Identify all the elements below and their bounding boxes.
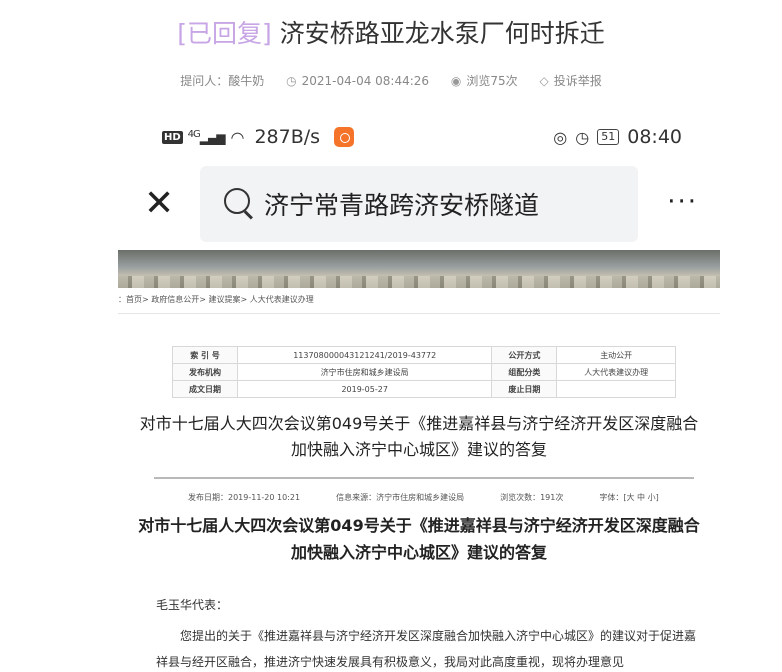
- view-count: 浏览次数：191次: [500, 493, 564, 502]
- question-title-text: 济安桥路亚龙水泵厂何时拆迁: [279, 19, 605, 48]
- signal-icon: 4G▂▄▆: [187, 129, 226, 145]
- eye-care-icon: ◎: [553, 127, 568, 147]
- font-size-switch[interactable]: 字体：[大 中 小]: [599, 492, 658, 503]
- search-row: ✕ 济宁常青路跨济安桥隧道 ···: [118, 164, 720, 246]
- article-heading: 对市十七届人大四次会议第049号关于《推进嘉祥县与济宁经济开发区深度融合加快融入…: [138, 516, 700, 562]
- battery-icon: 51: [597, 129, 620, 145]
- breadcrumb: ：首页> 政府信息公开> 建议提案> 人大代表建议办理: [118, 294, 720, 314]
- app-notification-icon: [334, 127, 355, 147]
- tag-icon: ◇: [539, 74, 549, 88]
- publish-date: 发布日期：2019-11-20 10:21: [188, 493, 301, 502]
- table-row: 索 引 号 113708000043121241/2019-43772 公开方式…: [172, 346, 676, 364]
- wifi-icon: ◠: [230, 127, 245, 147]
- phone-status-bar: HD 4G▂▄▆ ◠ 287B/s ◎ ◷ 51 08:40: [118, 112, 720, 164]
- search-input[interactable]: 济宁常青路跨济安桥隧道: [200, 166, 638, 242]
- site-banner-image: [118, 250, 720, 288]
- attached-screenshot[interactable]: HD 4G▂▄▆ ◠ 287B/s ◎ ◷ 51 08:40 ✕ 济宁常青路跨济…: [118, 112, 720, 672]
- document-info-table: 索 引 号 113708000043121241/2019-43772 公开方式…: [172, 346, 676, 398]
- search-query: 济宁常青路跨济安桥隧道: [264, 191, 540, 220]
- question-title: [已回复] 济安桥路亚龙水泵厂何时拆迁: [0, 14, 782, 54]
- report-link[interactable]: ◇ 投诉举报: [539, 72, 601, 89]
- network-speed: 287B/s: [254, 126, 321, 148]
- datetime: 2021-04-04 08:44:26: [301, 74, 430, 88]
- table-row: 成文日期 2019-05-27 废止日期: [172, 380, 676, 398]
- report-label: 投诉举报: [553, 74, 602, 88]
- status-tag: [已回复]: [177, 19, 272, 48]
- eye-icon: ◉: [450, 74, 462, 88]
- info-source: 信息来源：济宁市住房和城乡建设局: [336, 493, 465, 502]
- alarm-icon: ◷: [575, 127, 590, 147]
- clock-icon: ◷: [286, 74, 297, 88]
- datetime-item: ◷ 2021-04-04 08:44:26: [286, 74, 429, 88]
- salutation: 毛玉华代表：: [156, 598, 229, 612]
- question-meta: 提问人：酸牛奶 ◷ 2021-04-04 08:44:26 ◉ 浏览75次 ◇ 投诉举…: [0, 72, 782, 89]
- views: 浏览75次: [466, 74, 518, 88]
- asker: 提问人：酸牛奶: [180, 74, 265, 88]
- document-title: 对市十七届人大四次会议第049号关于《推进嘉祥县与济宁经济开发区深度融合加快融入…: [139, 414, 699, 459]
- publish-meta: 发布日期：2019-11-20 10:21 信息来源：济宁市住房和城乡建设局 浏…: [188, 492, 688, 503]
- table-row: 发布机构 济宁市住房和城乡建设局 组配分类 人大代表建议办理: [172, 363, 676, 381]
- body-paragraph: 您提出的关于《推进嘉祥县与济宁经济开发区深度融合加快融入济宁中心城区》的建议对于…: [156, 629, 697, 669]
- more-options-icon[interactable]: ···: [667, 189, 698, 215]
- close-icon[interactable]: ✕: [144, 184, 174, 224]
- status-time: 08:40: [627, 126, 682, 148]
- search-icon: [224, 188, 250, 214]
- divider: [154, 477, 694, 479]
- hd-badge: HD: [162, 130, 183, 144]
- views-item: ◉ 浏览75次: [451, 72, 518, 89]
